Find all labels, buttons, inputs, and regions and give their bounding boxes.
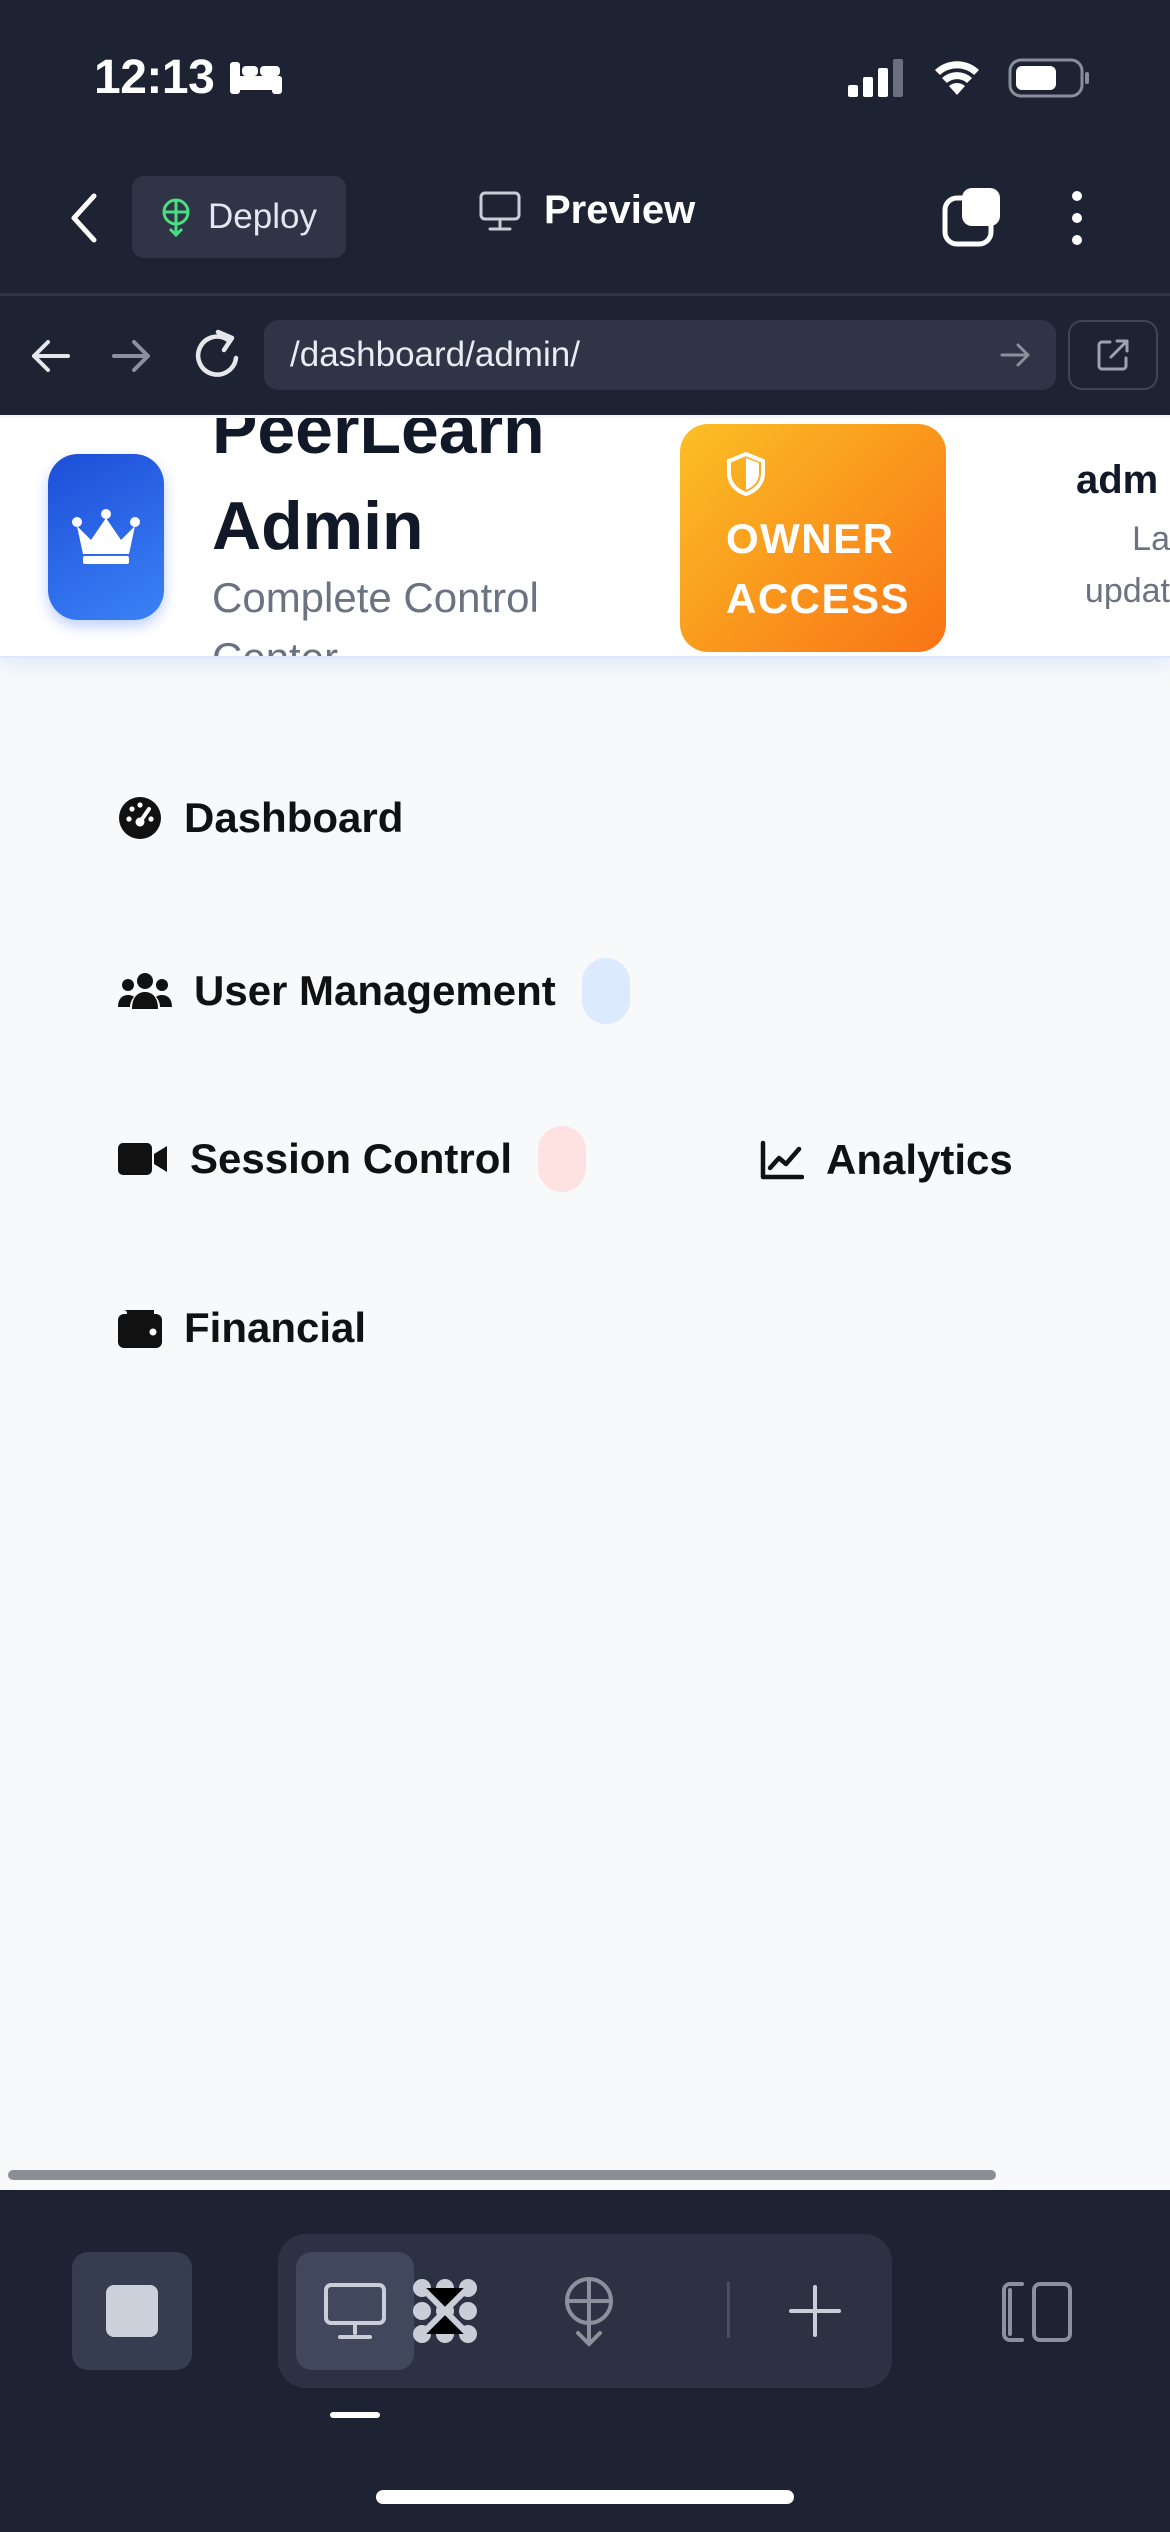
tool-switcher — [278, 2234, 892, 2388]
wifi-icon — [935, 61, 979, 95]
battery-icon — [1008, 58, 1089, 98]
stop-button[interactable] — [72, 2252, 192, 2370]
horizontal-scrollbar[interactable] — [8, 2170, 996, 2180]
status-icons — [848, 58, 1090, 98]
deploy-button[interactable]: Deploy — [132, 176, 346, 258]
status-time: 12:13 — [94, 51, 215, 104]
video-icon — [118, 1143, 167, 1175]
nav-dashboard[interactable]: Dashboard — [118, 794, 403, 842]
deploy-icon — [162, 198, 190, 237]
plus-icon — [789, 2285, 841, 2337]
home-indicator — [376, 2490, 794, 2504]
shield-icon — [727, 451, 765, 497]
deploy-label: Deploy — [208, 197, 317, 236]
deploy-tool-button[interactable] — [544, 2268, 634, 2354]
nav-financial[interactable]: Financial — [118, 1304, 366, 1352]
nav-analytics-label: Analytics — [826, 1136, 1013, 1183]
preview-tool-button[interactable] — [310, 2268, 400, 2354]
last-updated: La updat — [1084, 520, 1170, 610]
chart-line-icon — [760, 1140, 804, 1180]
sleep-bed-icon — [230, 61, 283, 94]
open-external-button[interactable] — [1068, 320, 1158, 390]
admin-name: adm — [1076, 458, 1159, 502]
external-link-icon — [1097, 339, 1129, 371]
nav-user-management[interactable]: User Management — [118, 958, 630, 1024]
nav-users-label: User Management — [194, 967, 556, 1014]
browser-forward-icon[interactable] — [106, 332, 158, 380]
tabs-icon[interactable] — [942, 186, 1002, 248]
stop-icon — [106, 2285, 158, 2337]
wallet-icon — [118, 1310, 162, 1348]
split-view-icon[interactable] — [1000, 2280, 1074, 2344]
header-divider — [0, 293, 1170, 296]
browser-back-icon[interactable] — [24, 332, 76, 380]
nav-session-control[interactable]: Session Control — [118, 1126, 587, 1192]
users-icon — [118, 973, 172, 1009]
session-count-badge — [538, 1126, 587, 1192]
preview-title: Preview — [478, 188, 695, 233]
status-bar: 12:13 — [94, 50, 284, 105]
agent-tool-button[interactable] — [400, 2268, 490, 2354]
monitor-icon — [479, 191, 521, 230]
preview-label: Preview — [544, 188, 696, 232]
monitor-icon — [324, 2283, 386, 2339]
url-text: /dashboard/admin/ — [290, 335, 580, 374]
nav-analytics[interactable]: Analytics — [760, 1136, 1013, 1184]
nav-financial-label: Financial — [184, 1304, 367, 1351]
owner-access-label: OWNER ACCESS — [726, 515, 911, 622]
agent-swirl-icon — [413, 2279, 477, 2343]
admin-info: adm La updat — [1076, 458, 1170, 617]
nav-dashboard-label: Dashboard — [184, 794, 404, 841]
deploy-icon — [565, 2277, 613, 2347]
more-options-icon[interactable] — [1060, 188, 1094, 248]
crown-icon — [72, 509, 140, 564]
add-tool-button[interactable] — [770, 2268, 860, 2354]
user-count-badge — [581, 958, 630, 1024]
active-tool-indicator — [330, 2412, 380, 2418]
brand-subtitle: Complete Control Center — [212, 574, 539, 658]
url-bar[interactable]: /dashboard/admin/ — [264, 320, 1056, 390]
tool-separator — [727, 2282, 730, 2338]
back-chevron-icon[interactable] — [62, 188, 106, 248]
owner-access-badge: OWNER ACCESS — [680, 424, 946, 652]
gauge-icon — [119, 797, 161, 839]
brand-title: PeerLearn Admin — [212, 418, 545, 564]
nav-sessions-label: Session Control — [190, 1135, 513, 1182]
admin-page-header: PeerLearn Admin Complete Control Center … — [0, 418, 1170, 658]
go-arrow-icon[interactable] — [998, 338, 1034, 372]
reload-icon[interactable] — [190, 326, 246, 384]
cellular-signal-icon — [848, 59, 903, 97]
brand-logo — [48, 454, 164, 620]
